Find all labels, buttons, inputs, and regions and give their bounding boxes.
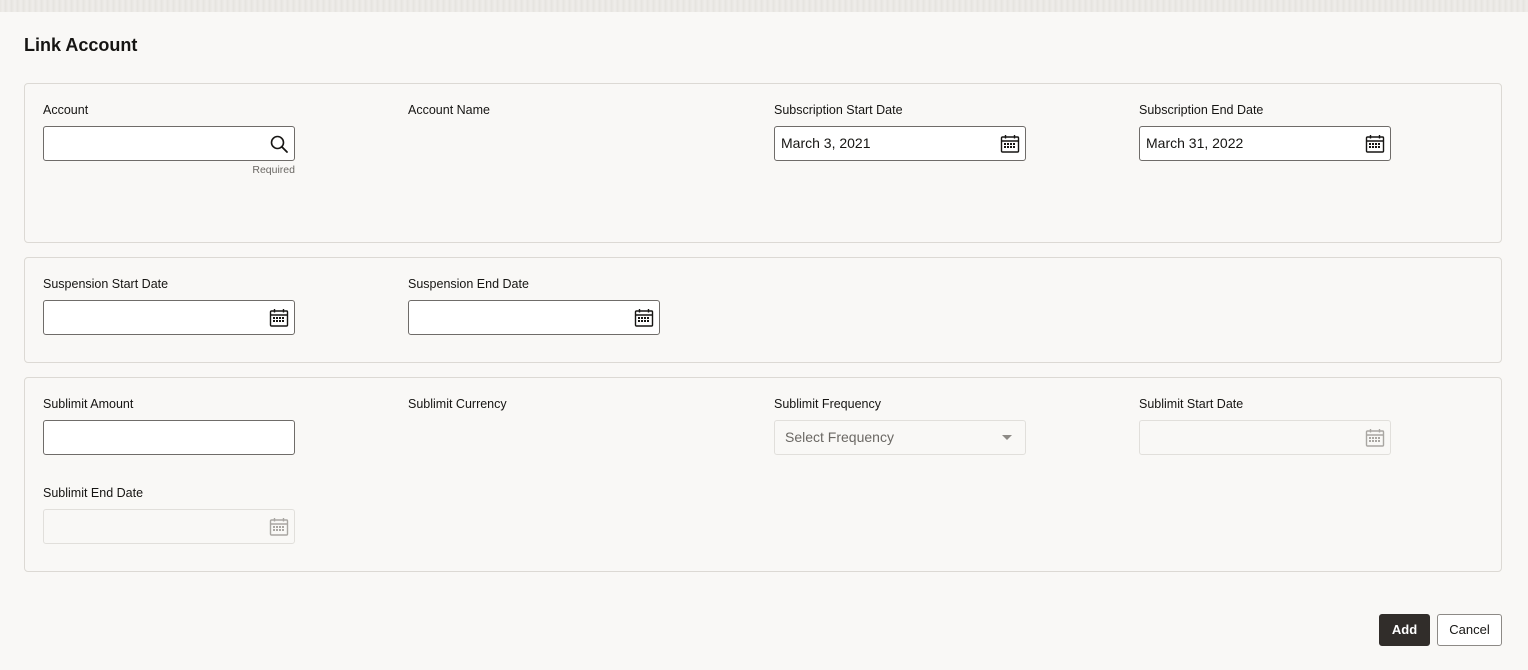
sublimit-frequency-select[interactable]: Select Frequency xyxy=(774,420,1026,455)
subscription-start-date-label: Subscription Start Date xyxy=(774,103,903,117)
suspension-end-date-label: Suspension End Date xyxy=(408,277,529,291)
sublimit-currency-field: Sublimit Currency xyxy=(408,396,660,412)
account-input[interactable] xyxy=(43,126,295,161)
sublimit-amount-label: Sublimit Amount xyxy=(43,397,134,411)
calendar-icon[interactable] xyxy=(1364,133,1386,155)
account-required-hint: Required xyxy=(252,164,295,176)
page-title: Link Account xyxy=(24,35,138,55)
subscription-end-date-label: Subscription End Date xyxy=(1139,103,1264,117)
calendar-icon[interactable] xyxy=(999,133,1021,155)
sublimit-panel: Sublimit Amount Sublimit Currency Sublim… xyxy=(24,377,1502,572)
subscription-end-date-field: Subscription End Date March 31, 2022 xyxy=(1139,102,1391,161)
suspension-panel: Suspension Start Date Suspension End Dat… xyxy=(24,257,1502,363)
subscription-start-date-input[interactable]: March 3, 2021 xyxy=(774,126,1026,161)
sublimit-start-date-input[interactable] xyxy=(1139,420,1391,455)
sublimit-end-date-field: Sublimit End Date xyxy=(43,485,295,544)
account-panel: Account Required Account Name Subscripti… xyxy=(24,83,1502,243)
chevron-down-icon[interactable] xyxy=(1002,435,1012,440)
add-button[interactable]: Add xyxy=(1379,614,1430,646)
top-header-strip xyxy=(0,0,1528,12)
account-field: Account Required xyxy=(43,102,295,176)
sublimit-amount-input[interactable] xyxy=(43,420,295,455)
sublimit-start-date-label: Sublimit Start Date xyxy=(1139,397,1244,411)
suspension-end-date-field: Suspension End Date xyxy=(408,276,660,335)
account-label: Account xyxy=(43,103,89,117)
suspension-start-date-input[interactable] xyxy=(43,300,295,335)
sublimit-frequency-label: Sublimit Frequency xyxy=(774,397,881,411)
subscription-end-date-value: March 31, 2022 xyxy=(1146,135,1244,151)
account-name-label: Account Name xyxy=(408,103,490,117)
sublimit-currency-label: Sublimit Currency xyxy=(408,397,507,411)
calendar-icon[interactable] xyxy=(1364,427,1386,449)
sublimit-frequency-field: Sublimit Frequency Select Frequency xyxy=(774,396,1026,455)
suspension-start-date-label: Suspension Start Date xyxy=(43,277,169,291)
sublimit-end-date-input[interactable] xyxy=(43,509,295,544)
subscription-start-date-value: March 3, 2021 xyxy=(781,135,871,151)
account-name-field: Account Name xyxy=(408,102,660,118)
search-icon[interactable] xyxy=(268,133,290,155)
suspension-start-date-field: Suspension Start Date xyxy=(43,276,295,335)
sublimit-amount-field: Sublimit Amount xyxy=(43,396,295,455)
sublimit-start-date-field: Sublimit Start Date xyxy=(1139,396,1391,455)
sublimit-frequency-placeholder: Select Frequency xyxy=(785,429,894,445)
calendar-icon[interactable] xyxy=(633,307,655,329)
subscription-start-date-field: Subscription Start Date March 3, 2021 xyxy=(774,102,1026,161)
cancel-button[interactable]: Cancel xyxy=(1437,614,1502,646)
subscription-end-date-input[interactable]: March 31, 2022 xyxy=(1139,126,1391,161)
calendar-icon[interactable] xyxy=(268,516,290,538)
calendar-icon[interactable] xyxy=(268,307,290,329)
sublimit-end-date-label: Sublimit End Date xyxy=(43,486,144,500)
suspension-end-date-input[interactable] xyxy=(408,300,660,335)
